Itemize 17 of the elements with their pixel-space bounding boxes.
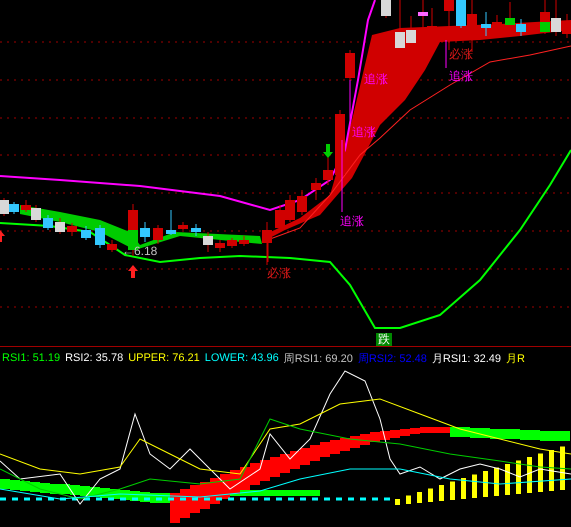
legend-label: RSI1: 51.19 — [2, 352, 60, 364]
legend-label: 月RSI1: 32.49 — [432, 352, 501, 366]
up-arrow-icon — [128, 265, 138, 278]
legend-label: RSI2: 35.78 — [65, 352, 124, 364]
legend-label: 周RSI2: 52.48 — [358, 352, 427, 366]
signal-label: 必涨 — [267, 266, 291, 280]
legend-label: 月R — [506, 352, 525, 366]
down-arrow-icon — [323, 144, 333, 158]
signal-label: 追涨 — [352, 125, 376, 139]
signal-label: 必涨 — [449, 47, 473, 61]
legend-label: UPPER: 76.21 — [128, 352, 200, 364]
legend-label: LOWER: 43.96 — [204, 352, 279, 364]
signal-label: 追涨 — [364, 72, 388, 86]
signal-label: 追涨 — [340, 214, 364, 228]
up-arrow-icon — [0, 230, 5, 242]
legend-label: 周RSI1: 69.20 — [284, 352, 353, 366]
sell-signal-badge: 跌 — [376, 333, 392, 346]
